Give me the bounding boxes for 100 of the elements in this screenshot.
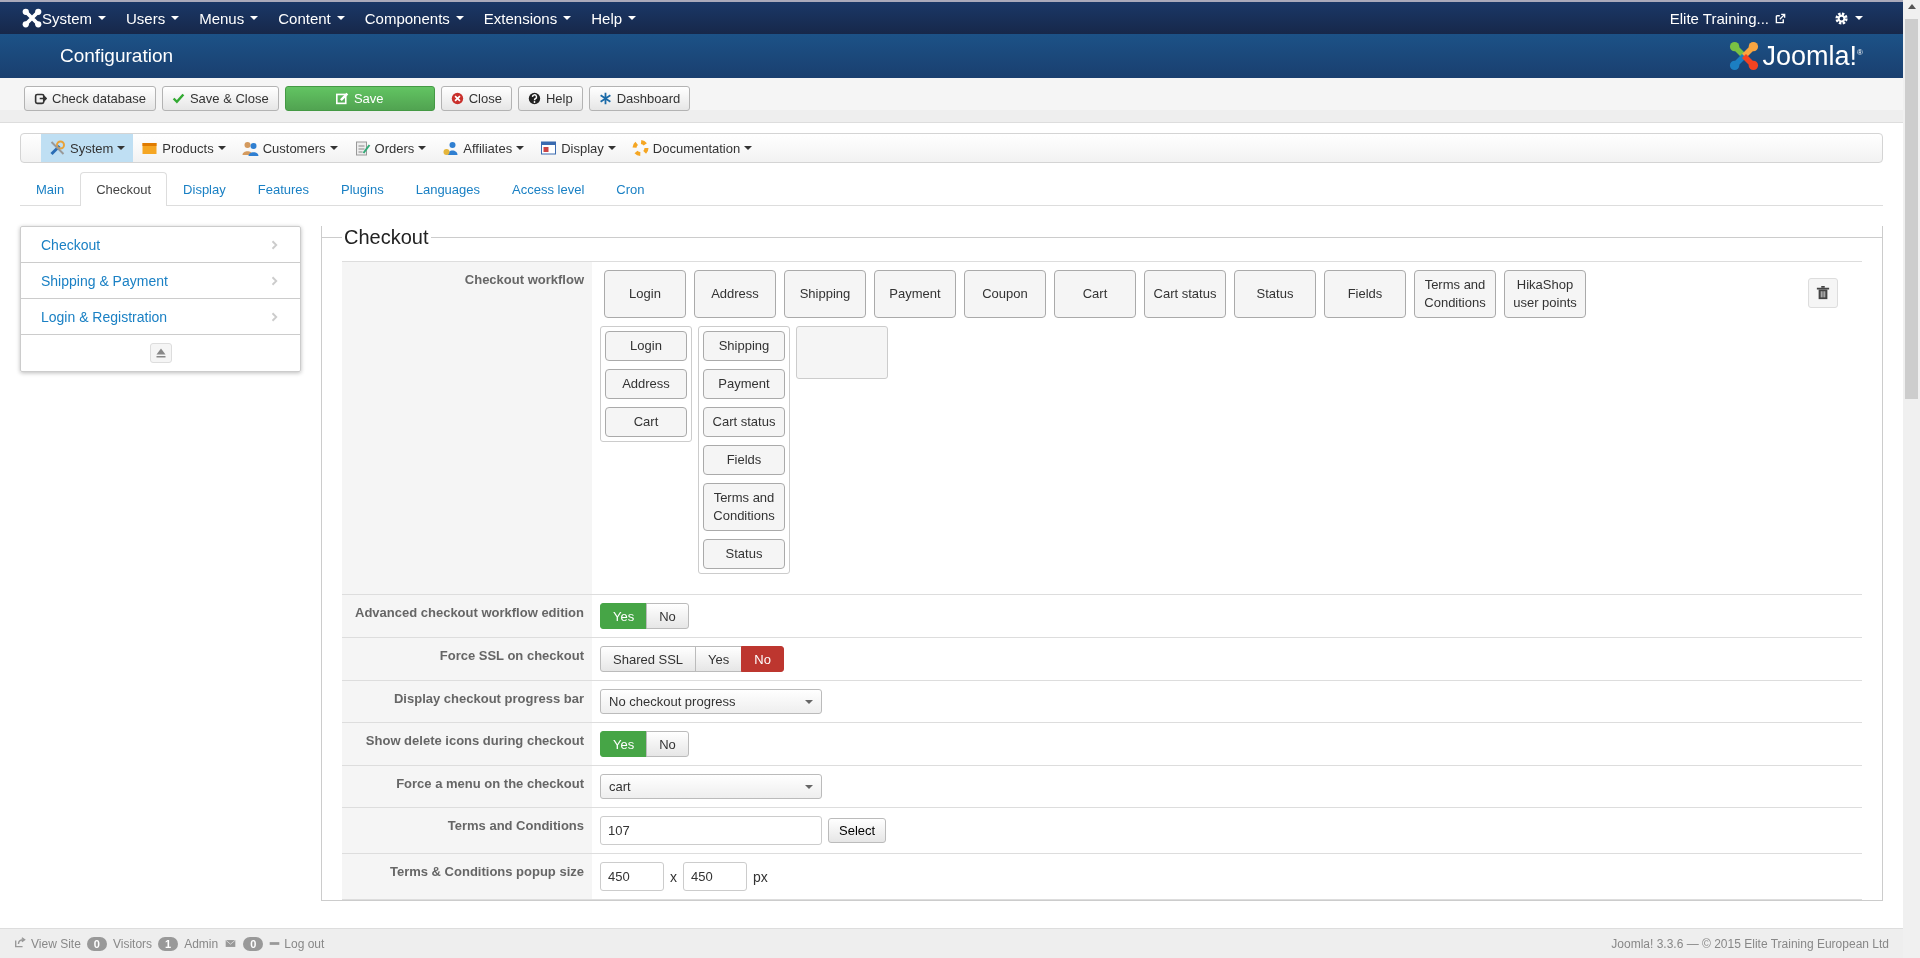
top-menu-item[interactable]: System (42, 9, 106, 27)
database-export-icon (34, 92, 47, 105)
top-menu-item[interactable]: Extensions (483, 9, 572, 27)
workflow-step[interactable]: Payment (703, 369, 785, 399)
sidebar-item[interactable]: Login & Registration (21, 299, 300, 335)
footer-text: Visitors (112, 936, 153, 951)
setting-label: Checkout workflow (342, 262, 592, 594)
joomla-logo-icon (22, 8, 42, 28)
height-field[interactable]: 450 (683, 862, 747, 891)
workflow-step[interactable]: Login (605, 331, 687, 361)
toolbar-button[interactable]: Check database (24, 86, 156, 111)
sidebar-item[interactable]: Shipping & Payment (21, 263, 300, 299)
workflow-step[interactable]: Cart status (1144, 270, 1226, 318)
dropdown[interactable]: No checkout progress (600, 689, 822, 714)
top-menu-item[interactable]: Content (278, 9, 345, 27)
toggle-option[interactable]: No (646, 603, 689, 629)
tab[interactable]: Main (20, 172, 81, 206)
close-icon (450, 92, 464, 105)
workflow-step[interactable]: Status (703, 539, 785, 569)
component-menu-item[interactable]: Products (133, 134, 234, 162)
document-pen-icon (353, 140, 371, 156)
workflow-step[interactable]: Cart (1054, 270, 1136, 318)
setting-label: Advanced checkout workflow edition (342, 595, 592, 637)
top-menu-item[interactable]: Menus (199, 9, 259, 27)
workflow-step[interactable]: Terms and Conditions (703, 483, 785, 531)
workflow-step[interactable]: Login (604, 270, 686, 318)
joomla-wordmark: Joomla!$^{®}$ (1762, 40, 1863, 72)
tab[interactable]: Cron (600, 172, 661, 206)
toggle-option[interactable]: Yes (695, 646, 743, 672)
unit-text: px (753, 868, 768, 885)
workflow-step[interactable]: HikaShop user points (1504, 270, 1586, 318)
tab[interactable]: Languages (399, 172, 497, 206)
external-link-icon (1775, 12, 1786, 24)
setting-label: Terms and Conditions (342, 808, 592, 853)
component-menu-item[interactable]: System (41, 134, 134, 162)
trash-button[interactable] (1808, 278, 1838, 308)
toggle-option[interactable]: No (741, 646, 784, 672)
workflow-step[interactable]: Fields (1324, 270, 1406, 318)
component-menu-item[interactable]: Documentation (623, 134, 761, 162)
tab[interactable]: Plugins (325, 172, 400, 206)
component-menu-item[interactable]: Customers (233, 134, 346, 162)
tab[interactable]: Access level (496, 172, 601, 206)
trash-icon (1816, 285, 1830, 301)
workflow-step[interactable]: Shipping (784, 270, 866, 318)
toggle-option[interactable]: No (646, 731, 689, 757)
toggle-option[interactable]: Shared SSL (600, 646, 697, 672)
component-menu-item[interactable]: Orders (345, 134, 435, 162)
copyright-text: Joomla! 3.3.6 — © 2015 Elite Training European Ltd (1611, 936, 1889, 951)
envelope-icon (224, 938, 238, 949)
toolbar-button[interactable]: Dashboard (588, 86, 691, 111)
component-menu-item[interactable]: Display (532, 134, 624, 162)
chevron-right-icon (270, 238, 280, 251)
gear-icon (1834, 10, 1849, 26)
workflow-step[interactable]: Shipping (703, 331, 785, 361)
top-menu-item[interactable]: Users (126, 9, 180, 27)
dropdown[interactable]: cart (600, 774, 822, 799)
setting-label: Force a menu on the checkout (342, 766, 592, 807)
sidebar-item[interactable]: Checkout (21, 227, 300, 263)
tools-icon (49, 140, 66, 156)
setting-label: Show delete icons during checkout (342, 723, 592, 765)
collapse-button[interactable] (149, 343, 172, 363)
settings-menu[interactable] (1834, 10, 1863, 26)
workflow-step[interactable]: Cart (605, 407, 687, 437)
select-button[interactable]: Select (828, 818, 887, 843)
workflow-step[interactable]: Cart status (703, 407, 785, 437)
workflow-step[interactable]: Status (1234, 270, 1316, 318)
workflow-step[interactable]: Address (694, 270, 776, 318)
count-badge: 1 (158, 936, 179, 951)
user-coins-icon (442, 140, 460, 156)
toolbar-button[interactable]: Save & Close (161, 86, 279, 111)
workflow-step[interactable]: Coupon (964, 270, 1046, 318)
text-field[interactable]: 107 (600, 816, 822, 845)
toolbar-button[interactable]: Close (440, 86, 512, 111)
edit-icon (335, 92, 349, 105)
count-badge: 0 (86, 936, 107, 951)
toolbar-button[interactable]: Help (517, 86, 583, 111)
joomla-logo-icon (1728, 41, 1759, 71)
site-link[interactable]: Elite Training... (1669, 9, 1786, 27)
section-title: Checkout (343, 226, 430, 249)
workflow-step[interactable]: Terms and Conditions (1414, 270, 1496, 318)
tab[interactable]: Features (241, 172, 326, 206)
workflow-step[interactable]: Address (605, 369, 687, 399)
workflow-step[interactable]: Payment (874, 270, 956, 318)
help-icon (527, 92, 541, 105)
chevron-right-icon (270, 310, 280, 323)
footer-text: Admin (184, 936, 219, 951)
scrollbar[interactable] (1903, 0, 1920, 958)
component-menu-item[interactable]: Affiliates (434, 134, 533, 162)
eject-icon (154, 347, 167, 359)
setting-label: Terms & Conditions popup size (342, 854, 592, 899)
workflow-step[interactable]: Fields (703, 445, 785, 475)
tab[interactable]: Checkout (80, 172, 168, 206)
external-link-icon (14, 936, 27, 948)
top-menu-item[interactable]: Help (591, 9, 637, 27)
top-menu-item[interactable]: Components (364, 9, 464, 27)
count-badge: 0 (243, 936, 264, 951)
tab[interactable]: Display (167, 172, 242, 206)
width-field[interactable]: 450 (600, 862, 664, 891)
setting-label: Display checkout progress bar (342, 681, 592, 722)
page-title: Configuration (60, 45, 174, 67)
